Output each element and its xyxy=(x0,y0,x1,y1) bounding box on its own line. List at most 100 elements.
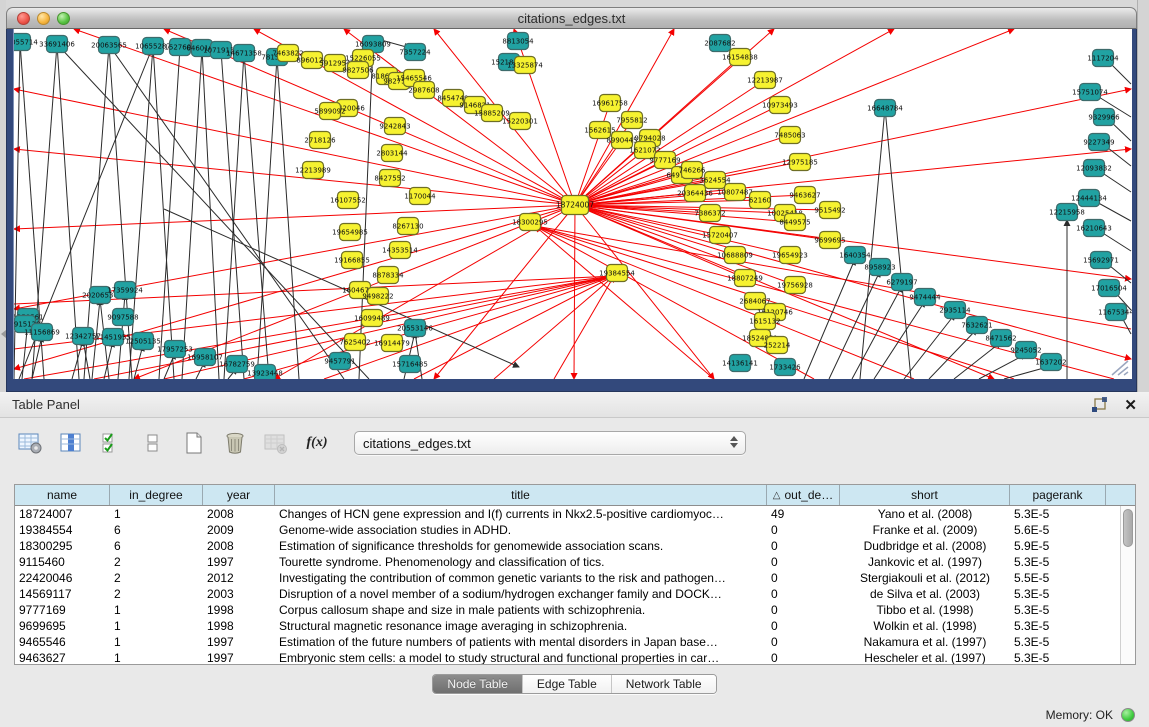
table-mode-button[interactable] xyxy=(16,430,44,456)
hub-node[interactable]: 18724007 xyxy=(556,196,594,215)
column-header-year[interactable]: year xyxy=(203,485,275,505)
tab-network-table[interactable]: Network Table xyxy=(612,675,716,693)
graph-node[interactable]: 10688809 xyxy=(717,247,753,264)
rows-button[interactable] xyxy=(139,430,167,456)
citation-edge-black[interactable] xyxy=(202,48,219,379)
graph-node[interactable]: 8471562 xyxy=(985,330,1016,347)
graph-node[interactable]: 8878334 xyxy=(372,267,404,284)
table-row[interactable]: 1456911722003Disruption of a novel membe… xyxy=(15,586,1120,602)
table-row[interactable]: 969969511998Structural magnetic resonanc… xyxy=(15,618,1120,634)
vertical-scrollbar[interactable] xyxy=(1120,506,1135,664)
graph-node[interactable]: 16648784 xyxy=(867,100,903,117)
graph-node[interactable]: 14353514 xyxy=(382,242,418,259)
graph-node[interactable]: 8267130 xyxy=(392,218,423,235)
graph-node[interactable]: 2803144 xyxy=(376,145,408,162)
graph-node[interactable]: 1637202 xyxy=(1035,354,1066,371)
table-row[interactable]: 1872400712008Changes of HCN gene express… xyxy=(15,506,1120,522)
graph-node[interactable]: 16210643 xyxy=(1076,220,1112,237)
citation-edge-black[interactable] xyxy=(885,108,911,379)
new-column-button[interactable] xyxy=(180,430,208,456)
float-panel-icon[interactable] xyxy=(1091,397,1108,413)
column-header-in_degree[interactable]: in_degree xyxy=(110,485,203,505)
graph-node[interactable]: 15716485 xyxy=(392,356,428,373)
graph-node[interactable]: 12213989 xyxy=(295,162,331,179)
graph-node[interactable]: 16099489 xyxy=(354,310,390,327)
citation-edge-red[interactable] xyxy=(14,205,575,229)
tab-node-table[interactable]: Node Table xyxy=(433,675,523,693)
delete-column-button[interactable] xyxy=(221,430,249,456)
graph-node[interactable]: 16914479 xyxy=(374,335,410,352)
graph-node[interactable]: 1733426 xyxy=(769,359,801,376)
graph-node[interactable]: 9463627 xyxy=(789,187,820,204)
graph-node[interactable]: 7485063 xyxy=(774,127,805,144)
table-row[interactable]: 1938455462009Genome-wide association stu… xyxy=(15,522,1120,538)
graph-node[interactable]: 14136141 xyxy=(722,355,758,372)
tab-edge-table[interactable]: Edge Table xyxy=(523,675,612,693)
graph-node[interactable]: 12215958 xyxy=(1049,204,1085,221)
delete-table-button[interactable] xyxy=(262,430,290,456)
graph-node[interactable]: 12213987 xyxy=(747,72,783,89)
column-check-button[interactable] xyxy=(98,430,126,456)
table-row[interactable]: 1830029562008Estimation of significance … xyxy=(15,538,1120,554)
network-canvas[interactable]: 1805571433691406200635651065528715276026… xyxy=(14,29,1132,379)
graph-node[interactable]: 33691406 xyxy=(39,36,75,53)
graph-node[interactable]: 16961758 xyxy=(592,95,628,112)
graph-node[interactable]: 9474444 xyxy=(909,289,941,306)
graph-node[interactable]: 9699695 xyxy=(814,232,845,249)
graph-node[interactable]: 1117204 xyxy=(1087,50,1119,67)
citation-edge-black[interactable] xyxy=(359,44,373,379)
graph-node[interactable]: 20063565 xyxy=(91,37,127,54)
citation-edge-black[interactable] xyxy=(244,53,269,379)
citation-edge-red[interactable] xyxy=(535,226,1014,379)
graph-node[interactable]: 18055714 xyxy=(14,34,38,51)
citation-edge-black[interactable] xyxy=(829,271,880,379)
graph-node[interactable]: 17016504 xyxy=(1091,280,1127,297)
graph-node[interactable]: 12093832 xyxy=(1076,160,1112,177)
graph-node[interactable]: 9227349 xyxy=(1083,134,1114,151)
graph-node[interactable]: 9329966 xyxy=(1088,109,1120,126)
citation-edge-black[interactable] xyxy=(874,301,925,379)
graph-node[interactable]: 252214 xyxy=(764,337,791,354)
function-builder-button[interactable]: f(x) xyxy=(303,430,331,456)
graph-node[interactable]: 12975185 xyxy=(782,154,818,171)
table-row[interactable]: 946362711997Embryonic stem cells: a mode… xyxy=(15,650,1120,664)
citation-edge-black[interactable] xyxy=(109,45,344,379)
column-header-out_de[interactable]: △out_de… xyxy=(767,485,840,505)
graph-node[interactable]: 2935114 xyxy=(939,302,971,319)
table-row[interactable]: 2242004622012Investigating the contribut… xyxy=(15,570,1120,586)
graph-node[interactable]: 8958923 xyxy=(864,259,895,276)
graph-node[interactable]: 18807249 xyxy=(727,270,763,287)
resize-grip-icon[interactable] xyxy=(1108,357,1130,377)
graph-node[interactable]: 2718126 xyxy=(304,132,336,149)
graph-node[interactable]: 15720407 xyxy=(702,227,738,244)
scrollbar-thumb[interactable] xyxy=(1123,509,1133,547)
citation-edge-red[interactable] xyxy=(574,205,575,379)
graph-node[interactable]: 9242843 xyxy=(379,118,410,135)
graph-node[interactable]: 7625402 xyxy=(339,334,370,351)
citation-edge-black[interactable] xyxy=(852,286,902,379)
graph-node[interactable]: 8813054 xyxy=(502,33,534,50)
citation-edge-red[interactable] xyxy=(535,226,814,379)
citation-edge-black[interactable] xyxy=(221,50,244,379)
graph-node[interactable]: 9245052 xyxy=(1010,342,1041,359)
window-titlebar[interactable]: citations_edges.txt xyxy=(6,7,1137,29)
graph-node[interactable]: 15692971 xyxy=(1083,252,1119,269)
graph-node[interactable]: 19654985 xyxy=(332,224,368,241)
graph-node[interactable]: 7357224 xyxy=(399,44,431,61)
graph-node[interactable]: 20553146 xyxy=(397,320,433,337)
graph-node[interactable]: 12444134 xyxy=(1071,190,1107,207)
graph-node[interactable]: 15751074 xyxy=(1072,84,1108,101)
column-header-short[interactable]: short xyxy=(840,485,1010,505)
citation-edge-red[interactable] xyxy=(575,205,1131,359)
graph-node[interactable]: 8427552 xyxy=(374,170,405,187)
close-panel-icon[interactable]: ✕ xyxy=(1124,398,1137,413)
column-header-pagerank[interactable]: pagerank xyxy=(1010,485,1106,505)
graph-node[interactable]: 1170044 xyxy=(404,188,436,205)
show-columns-button[interactable] xyxy=(57,430,85,456)
column-header-name[interactable]: name xyxy=(15,485,110,505)
column-header-title[interactable]: title xyxy=(275,485,767,505)
table-chooser-select[interactable]: citations_edges.txt xyxy=(354,431,746,455)
citation-edge-black[interactable] xyxy=(72,340,83,379)
citation-edge-black[interactable] xyxy=(182,48,202,379)
table-row[interactable]: 911546021997Tourette syndrome. Phenomeno… xyxy=(15,554,1120,570)
